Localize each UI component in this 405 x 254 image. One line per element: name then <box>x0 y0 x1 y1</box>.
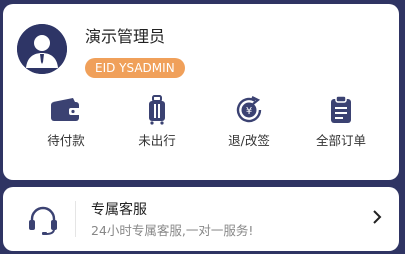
refund-change-label: 退/改签 <box>228 133 270 148</box>
upcoming-trips-label: 未出行 <box>138 133 176 148</box>
svg-text:¥: ¥ <box>246 106 252 117</box>
luggage-icon <box>149 95 165 125</box>
all-orders-button[interactable]: 全部订单 <box>306 92 376 149</box>
avatar[interactable] <box>17 24 67 74</box>
chevron-right-icon[interactable] <box>371 209 383 229</box>
yen-refund-icon: ¥ <box>236 96 262 123</box>
refund-change-button[interactable]: ¥ 退/改签 <box>214 92 284 149</box>
service-subtitle: 24小时专属客服,一对一服务! <box>91 223 254 238</box>
user-card: 演示管理员 EID YSADMIN 待付款 未出行 ¥ 退/改签 全部订单 <box>3 4 399 180</box>
eid-badge: EID YSADMIN <box>85 58 185 78</box>
customer-service-card[interactable]: 专属客服 24小时专属客服,一对一服务! <box>3 187 399 251</box>
clipboard-icon <box>331 95 351 123</box>
divider <box>75 201 76 237</box>
user-avatar-icon <box>17 24 67 74</box>
pending-payment-label: 待付款 <box>47 133 85 148</box>
user-name: 演示管理员 <box>85 27 166 46</box>
upcoming-trips-button[interactable]: 未出行 <box>122 92 192 149</box>
service-title: 专属客服 <box>91 202 147 218</box>
pending-payment-button[interactable]: 待付款 <box>31 92 101 149</box>
wallet-icon <box>51 98 81 121</box>
headset-icon <box>27 205 59 239</box>
all-orders-label: 全部订单 <box>315 133 366 148</box>
order-actions: 待付款 未出行 ¥ 退/改签 全部订单 <box>3 92 399 162</box>
